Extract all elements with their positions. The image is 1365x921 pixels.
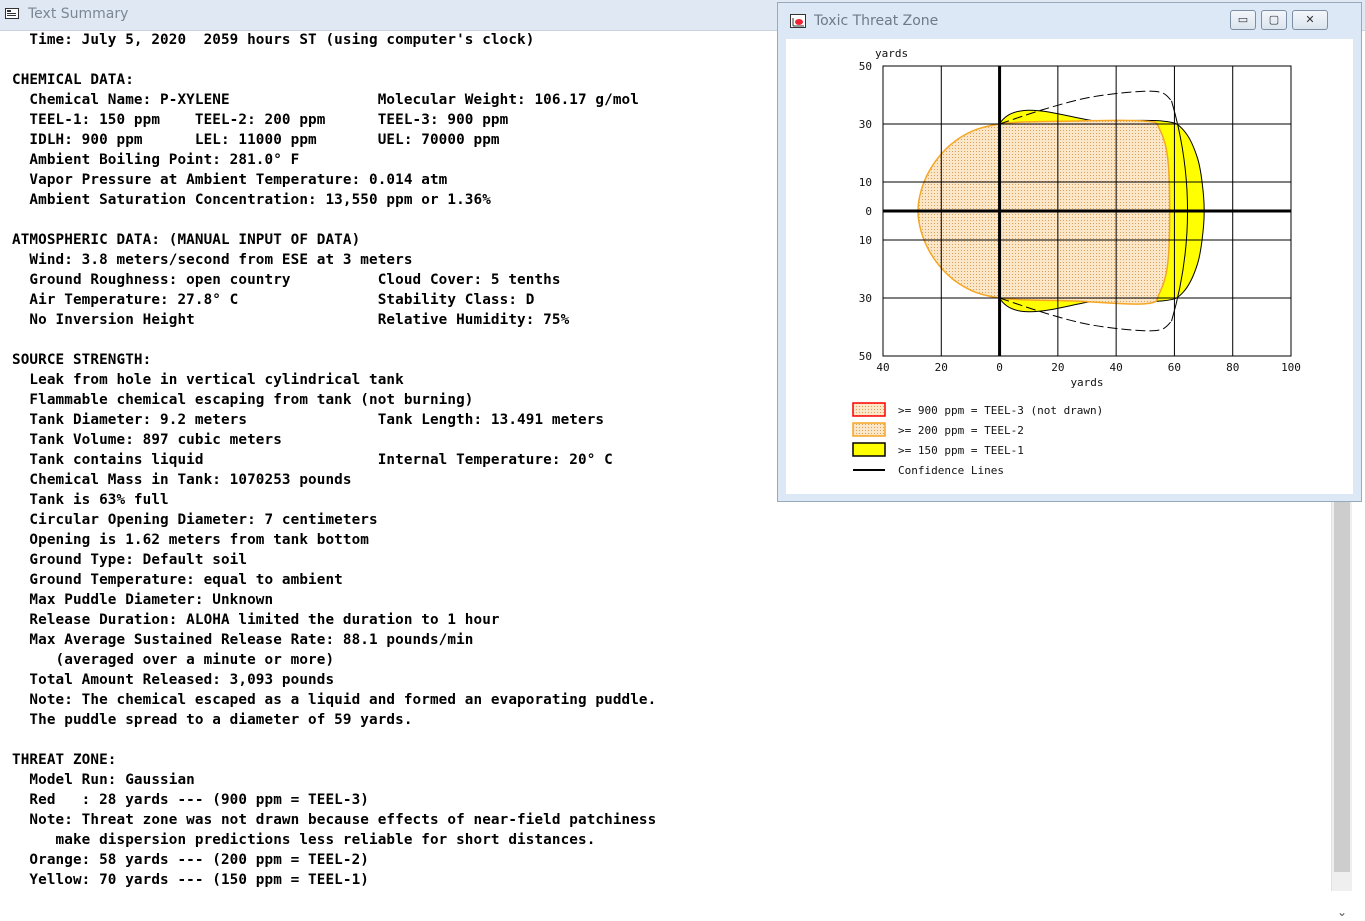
report-line: (averaged over a minute or more) bbox=[12, 652, 335, 668]
x-tick-label: 40 bbox=[1110, 361, 1123, 374]
report-line: make dispersion predictions less reliabl… bbox=[12, 832, 596, 848]
text-summary-title: Text Summary bbox=[28, 6, 129, 22]
x-tick-label: 0 bbox=[996, 361, 1003, 374]
threat-zone-chart: yards40 20 0 20 40 60 80 1005030100103050yards>… bbox=[852, 47, 1301, 477]
legend-label: >= 900 ppm = TEEL-3 (not drawn) bbox=[898, 404, 1103, 417]
legend-swatch-yellow bbox=[852, 442, 886, 457]
text-summary-app-icon bbox=[5, 8, 19, 19]
close-button[interactable]: ✕ bbox=[1292, 10, 1328, 30]
report-line: Max Average Sustained Release Rate: 88.1… bbox=[12, 632, 474, 648]
y-tick-label: 50 bbox=[859, 350, 872, 363]
x-axis-label: yards bbox=[1070, 376, 1103, 389]
x-tick-label: 100 bbox=[1281, 361, 1301, 374]
legend-swatch-red bbox=[852, 402, 886, 417]
y-tick-label: 30 bbox=[859, 118, 872, 131]
legend-label: >= 150 ppm = TEEL-1 bbox=[898, 444, 1024, 457]
minimize-button[interactable]: ▭ bbox=[1230, 10, 1256, 30]
toxic-threat-zone-titlebar[interactable]: Toxic Threat Zone ▭ ▢ ✕ bbox=[778, 3, 1361, 39]
report-line: THREAT ZONE: bbox=[12, 752, 117, 768]
report-line: Ground Temperature: equal to ambient bbox=[12, 572, 343, 588]
report-line: Circular Opening Diameter: 7 centimeters bbox=[12, 512, 378, 528]
maximize-button[interactable]: ▢ bbox=[1261, 10, 1287, 30]
report-line: Orange: 58 yards --- (200 ppm = TEEL-2) bbox=[12, 852, 370, 868]
report-line: Note: Threat zone was not drawn because … bbox=[12, 812, 657, 828]
legend-swatch-orange bbox=[852, 422, 886, 437]
report-line: Opening is 1.62 meters from tank bottom bbox=[12, 532, 370, 548]
x-tick-label: 20 bbox=[935, 361, 948, 374]
threat-zone-app-icon bbox=[790, 14, 806, 28]
legend-label: >= 200 ppm = TEEL-2 bbox=[898, 424, 1024, 437]
report-line: Red : 28 yards --- (900 ppm = TEEL-3) bbox=[12, 792, 370, 808]
report-line: Model Run: Gaussian bbox=[12, 772, 195, 788]
x-tick-label: 40 bbox=[876, 361, 889, 374]
report-line: Note: The chemical escaped as a liquid a… bbox=[12, 692, 657, 708]
report-line: Release Duration: ALOHA limited the dura… bbox=[12, 612, 500, 628]
y-tick-label: 10 bbox=[859, 176, 872, 189]
report-line: The puddle spread to a diameter of 59 ya… bbox=[12, 712, 413, 728]
y-tick-label: 0 bbox=[865, 205, 872, 218]
threat-zone-plot-area: yards 40 20 0 20 40 60 80 100 50 30 10 0 10 30 50 yards >… bbox=[786, 39, 1353, 494]
report-line: Total Amount Released: 3,093 pounds bbox=[12, 672, 335, 688]
toxic-threat-zone-window: Toxic Threat Zone ▭ ▢ ✕ yards 40 20 0 20 40 60… bbox=[777, 2, 1362, 502]
y-tick-label: 50 bbox=[859, 60, 872, 73]
legend-label: Confidence Lines bbox=[898, 464, 1004, 477]
x-tick-label: 60 bbox=[1168, 361, 1181, 374]
report-line: Ground Type: Default soil bbox=[12, 552, 248, 568]
x-tick-label: 20 bbox=[1051, 361, 1064, 374]
y-tick-label: 10 bbox=[859, 234, 872, 247]
report-line: Yellow: 70 yards --- (150 ppm = TEEL-1) bbox=[12, 872, 370, 888]
scroll-down-arrow-icon[interactable]: ⌄ bbox=[1332, 903, 1352, 921]
toxic-threat-zone-title: Toxic Threat Zone bbox=[814, 13, 939, 29]
report-line: Max Puddle Diameter: Unknown bbox=[12, 592, 274, 608]
scrollbar-thumb[interactable] bbox=[1334, 500, 1350, 872]
y-axis-label: yards bbox=[875, 47, 908, 60]
y-tick-label: 30 bbox=[859, 292, 872, 305]
x-tick-label: 80 bbox=[1226, 361, 1239, 374]
